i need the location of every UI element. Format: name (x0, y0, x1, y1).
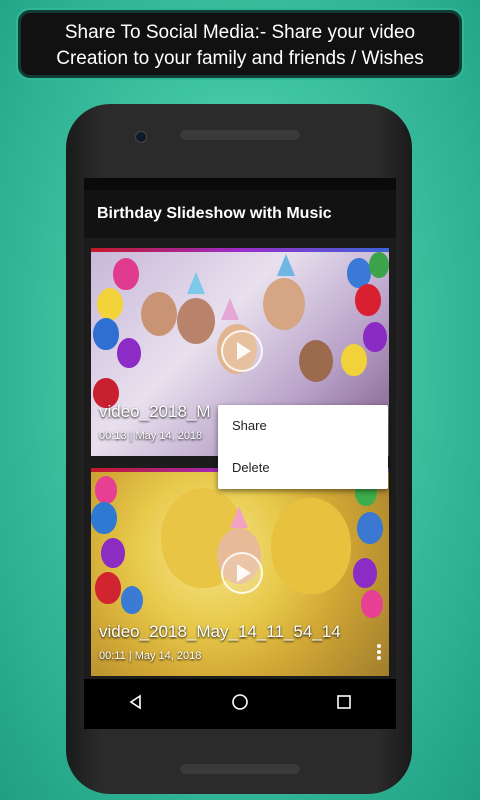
balloon-decoration (121, 586, 143, 614)
video-title: video_2018_May_14_11_54_14 (99, 622, 341, 641)
balloon-decoration (369, 252, 389, 278)
party-hat (277, 254, 295, 276)
balloon-decoration (97, 288, 123, 320)
context-menu: Share Delete (218, 405, 388, 489)
play-icon[interactable] (221, 330, 263, 372)
video-title: video_2018_M (99, 402, 211, 421)
balloon-decoration (341, 344, 367, 376)
balloon-decoration (271, 498, 351, 594)
video-card[interactable]: video_2018_May_14_11_54_14 00:11 | May 1… (91, 468, 389, 676)
balloon-decoration (117, 338, 141, 368)
person-face (141, 292, 177, 336)
balloon-decoration (355, 284, 381, 316)
video-duration: 00:11 (99, 650, 126, 662)
top-speaker (180, 130, 300, 140)
balloon-decoration (357, 512, 383, 544)
video-date: May 14, 2018 (135, 430, 203, 442)
navigation-bar (84, 679, 396, 729)
recents-square-icon[interactable] (336, 694, 352, 715)
more-vertical-icon[interactable] (377, 644, 381, 660)
balloon-decoration (361, 590, 383, 618)
play-icon[interactable] (221, 552, 263, 594)
party-hat (187, 272, 205, 294)
balloon-decoration (353, 558, 377, 588)
balloon-decoration (91, 502, 117, 534)
balloon-decoration (101, 538, 125, 568)
balloon-decoration (95, 476, 117, 504)
video-meta: 00:13 | May 14, 2018 (99, 430, 202, 442)
home-circle-icon[interactable] (231, 693, 249, 716)
person-face (299, 340, 333, 382)
menu-item-share[interactable]: Share (218, 405, 388, 447)
video-date: May 14, 2018 (134, 650, 202, 662)
menu-item-delete[interactable]: Delete (218, 447, 388, 489)
balloon-decoration (363, 322, 387, 352)
front-camera (135, 131, 147, 143)
back-triangle-icon[interactable] (128, 694, 144, 715)
dot (377, 656, 381, 660)
video-meta: 00:11 | May 14, 2018 (99, 650, 201, 662)
balloon-decoration (93, 318, 119, 350)
balloon-decoration (95, 572, 121, 604)
dot (377, 650, 381, 654)
status-bar (84, 178, 396, 190)
dot (377, 644, 381, 648)
video-duration: 00:13 (99, 430, 127, 442)
banner-line-1: Share To Social Media:- Share your video (64, 22, 416, 43)
bottom-speaker (180, 764, 300, 774)
promo-banner: Share To Social Media:- Share your video… (16, 8, 464, 80)
person-face (263, 278, 305, 330)
app-title: Birthday Slideshow with Music (97, 205, 332, 222)
banner-line-2: Creation to your family and friends / Wi… (56, 48, 424, 69)
party-hat (230, 506, 248, 528)
party-hat (221, 298, 239, 320)
app-bar: Birthday Slideshow with Music (84, 190, 396, 238)
person-face (177, 298, 215, 344)
balloon-decoration (113, 258, 139, 290)
